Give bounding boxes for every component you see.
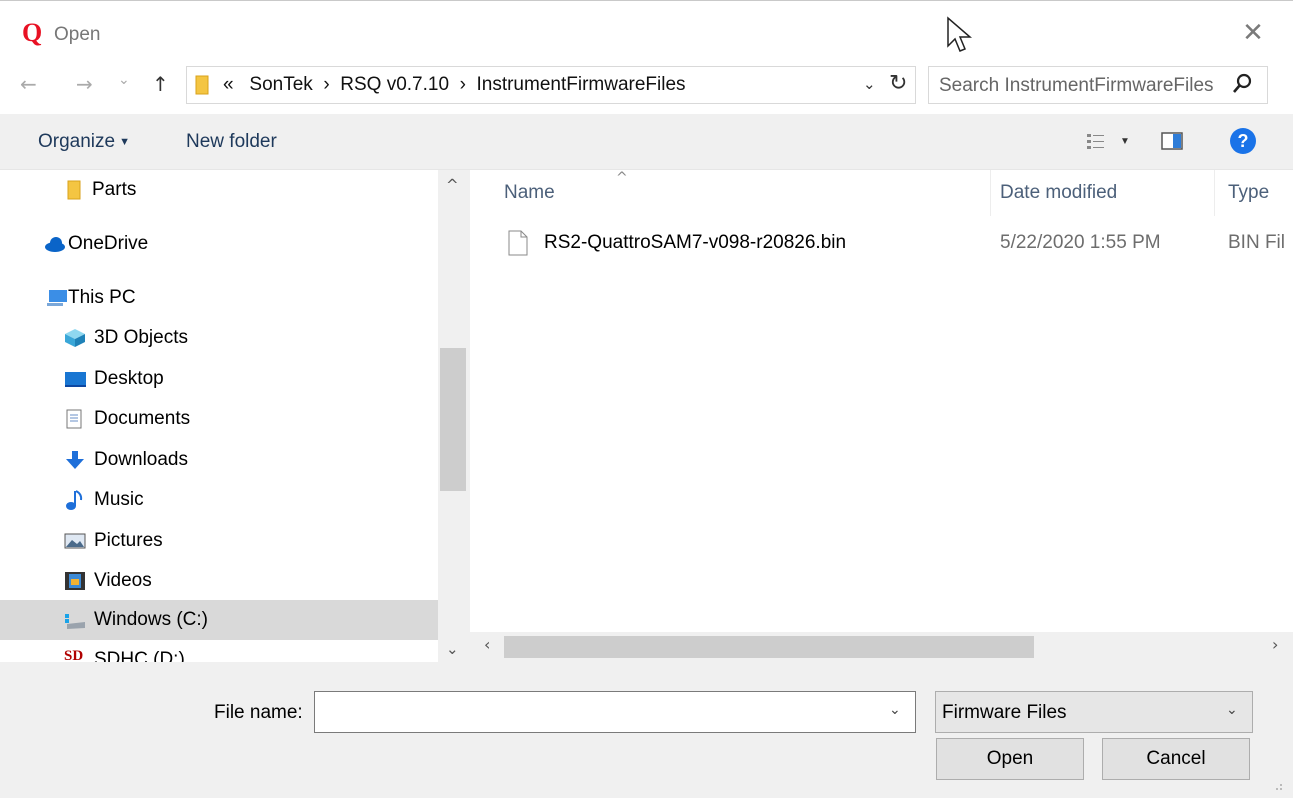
app-logo: Q xyxy=(22,18,43,47)
back-arrow-icon[interactable]: ← xyxy=(20,74,37,94)
breadcrumb-segment[interactable]: SonTek xyxy=(249,74,312,95)
sidebar-item-this-pc[interactable]: This PC xyxy=(0,278,438,318)
caret-down-icon: ▼ xyxy=(119,135,130,148)
file-icon xyxy=(508,230,528,256)
file-name-dropdown-icon[interactable]: ⌄ xyxy=(889,702,901,718)
navigation-bar: ← → ⌄ ↑ « SonTek › RSQ v0.7.10 › Instrum… xyxy=(0,62,1293,108)
sidebar-item-windows-c[interactable]: Windows (C:) xyxy=(0,600,438,640)
pictures-icon xyxy=(64,533,86,549)
scroll-left-icon[interactable]: ‹ xyxy=(484,635,490,654)
sidebar-item-label: Videos xyxy=(94,570,152,591)
column-header-date-modified[interactable]: Date modified xyxy=(1000,182,1117,204)
horizontal-scrollbar[interactable]: ‹ › xyxy=(470,632,1293,662)
file-name-input[interactable]: ⌄ xyxy=(314,691,916,733)
folder-icon xyxy=(195,75,209,95)
window-title: Open xyxy=(54,24,101,45)
command-toolbar: Organize ▼ New folder ▼ ? xyxy=(0,114,1293,170)
column-divider[interactable] xyxy=(1214,170,1215,216)
sidebar-item-label: Documents xyxy=(94,408,191,429)
computer-icon xyxy=(47,290,67,306)
desktop-icon xyxy=(65,372,86,387)
column-header-type[interactable]: Type xyxy=(1228,182,1269,204)
sidebar-item-label: SDHC (D:) xyxy=(94,649,185,662)
download-arrow-icon xyxy=(66,451,84,469)
sidebar-item-sdhc-d[interactable]: SD SDHC (D:) xyxy=(0,640,438,662)
file-name-label: File name: xyxy=(214,702,303,723)
resize-grip-icon[interactable] xyxy=(1268,780,1284,796)
horizontal-scroll-thumb[interactable] xyxy=(504,636,1034,658)
sidebar-item-label: Desktop xyxy=(94,368,164,389)
scroll-down-icon[interactable]: ⌄ xyxy=(446,640,459,658)
sidebar-item-music[interactable]: Music xyxy=(0,480,438,520)
breadcrumb: « SonTek › RSQ v0.7.10 › InstrumentFirmw… xyxy=(223,74,686,96)
file-list-pane: ^ Name Date modified Type RS2-QuattroSAM… xyxy=(470,170,1293,662)
cancel-button[interactable]: Cancel xyxy=(1102,738,1250,780)
preview-pane-icon[interactable] xyxy=(1160,130,1184,152)
file-type-cell: BIN Fil xyxy=(1228,232,1285,253)
view-options-icon[interactable] xyxy=(1086,132,1106,152)
address-dropdown-icon[interactable]: ⌄ xyxy=(863,75,876,93)
sidebar-item-3d-objects[interactable]: 3D Objects xyxy=(0,318,438,358)
sidebar-item-label: Windows (C:) xyxy=(94,609,209,630)
sidebar-item-label: Music xyxy=(94,489,144,510)
column-divider[interactable] xyxy=(990,170,991,216)
sidebar-item-label: Downloads xyxy=(94,449,188,470)
file-name-cell: RS2-QuattroSAM7-v098-r20826.bin xyxy=(544,232,847,253)
chevron-down-icon[interactable]: ⌄ xyxy=(1226,702,1238,718)
navigation-pane: Parts OneDrive This PC 3D Objects Deskto… xyxy=(0,170,470,662)
sidebar-item-onedrive[interactable]: OneDrive xyxy=(0,224,438,264)
drive-icon xyxy=(65,614,85,629)
column-header-name[interactable]: Name xyxy=(504,182,555,204)
help-icon[interactable]: ? xyxy=(1230,128,1256,154)
refresh-icon[interactable]: ↻ xyxy=(889,71,907,96)
breadcrumb-segment[interactable]: RSQ v0.7.10 xyxy=(340,74,449,95)
view-dropdown-caret-icon[interactable]: ▼ xyxy=(1120,136,1130,147)
search-icon[interactable] xyxy=(1229,71,1255,97)
folder-icon xyxy=(67,180,81,200)
file-date-cell: 5/22/2020 1:55 PM xyxy=(1000,232,1161,253)
new-folder-button[interactable]: New folder xyxy=(186,131,277,153)
title-bar: Q Open ✕ xyxy=(0,6,1293,58)
breadcrumb-separator-icon[interactable]: › xyxy=(460,74,466,95)
address-bar[interactable]: « SonTek › RSQ v0.7.10 › InstrumentFirmw… xyxy=(186,66,916,104)
sidebar-item-downloads[interactable]: Downloads xyxy=(0,440,438,480)
sidebar-item-parts[interactable]: Parts xyxy=(0,170,438,210)
up-arrow-icon[interactable]: ↑ xyxy=(152,74,169,94)
sidebar-item-label: Parts xyxy=(92,179,137,200)
breadcrumb-separator-icon[interactable]: › xyxy=(323,74,329,95)
sidebar-item-label: 3D Objects xyxy=(94,327,188,348)
sidebar-item-label: This PC xyxy=(68,287,136,308)
organize-menu-button[interactable]: Organize ▼ xyxy=(38,131,130,153)
dialog-footer: File name: ⌄ Firmware Files ⌄ Open Cance… xyxy=(0,662,1293,798)
music-note-icon xyxy=(66,490,83,510)
cloud-icon xyxy=(45,237,65,252)
sd-card-icon: SD xyxy=(64,648,84,662)
sidebar-item-documents[interactable]: Documents xyxy=(0,399,438,439)
film-icon xyxy=(65,572,85,590)
sidebar-item-label: Pictures xyxy=(94,530,163,551)
open-button[interactable]: Open xyxy=(936,738,1084,780)
breadcrumb-overflow[interactable]: « xyxy=(223,74,234,95)
sort-ascending-icon: ^ xyxy=(616,170,628,186)
documents-icon xyxy=(66,409,82,429)
vertical-scroll-thumb[interactable] xyxy=(440,348,466,491)
sidebar-item-desktop[interactable]: Desktop xyxy=(0,359,438,399)
file-type-filter-select[interactable]: Firmware Files ⌄ xyxy=(935,691,1253,733)
forward-arrow-icon[interactable]: → xyxy=(76,74,93,94)
breadcrumb-segment[interactable]: InstrumentFirmwareFiles xyxy=(476,74,685,95)
table-row[interactable]: RS2-QuattroSAM7-v098-r20826.bin 5/22/202… xyxy=(500,226,1293,260)
mouse-cursor-icon xyxy=(947,16,972,52)
close-icon[interactable]: ✕ xyxy=(1238,20,1268,50)
sidebar-item-pictures[interactable]: Pictures xyxy=(0,521,438,561)
search-placeholder: Search InstrumentFirmwareFiles xyxy=(939,75,1214,96)
scroll-right-icon[interactable]: › xyxy=(1272,635,1278,654)
sidebar-item-label: OneDrive xyxy=(68,233,149,254)
search-box[interactable]: Search InstrumentFirmwareFiles xyxy=(928,66,1268,104)
file-type-filter-value: Firmware Files xyxy=(942,702,1067,723)
organize-label: Organize xyxy=(38,131,116,152)
cube-icon xyxy=(65,329,85,347)
scroll-up-icon[interactable]: ^ xyxy=(446,176,459,194)
recent-locations-chevron-icon[interactable]: ⌄ xyxy=(118,70,130,90)
sidebar-item-videos[interactable]: Videos xyxy=(0,561,438,601)
